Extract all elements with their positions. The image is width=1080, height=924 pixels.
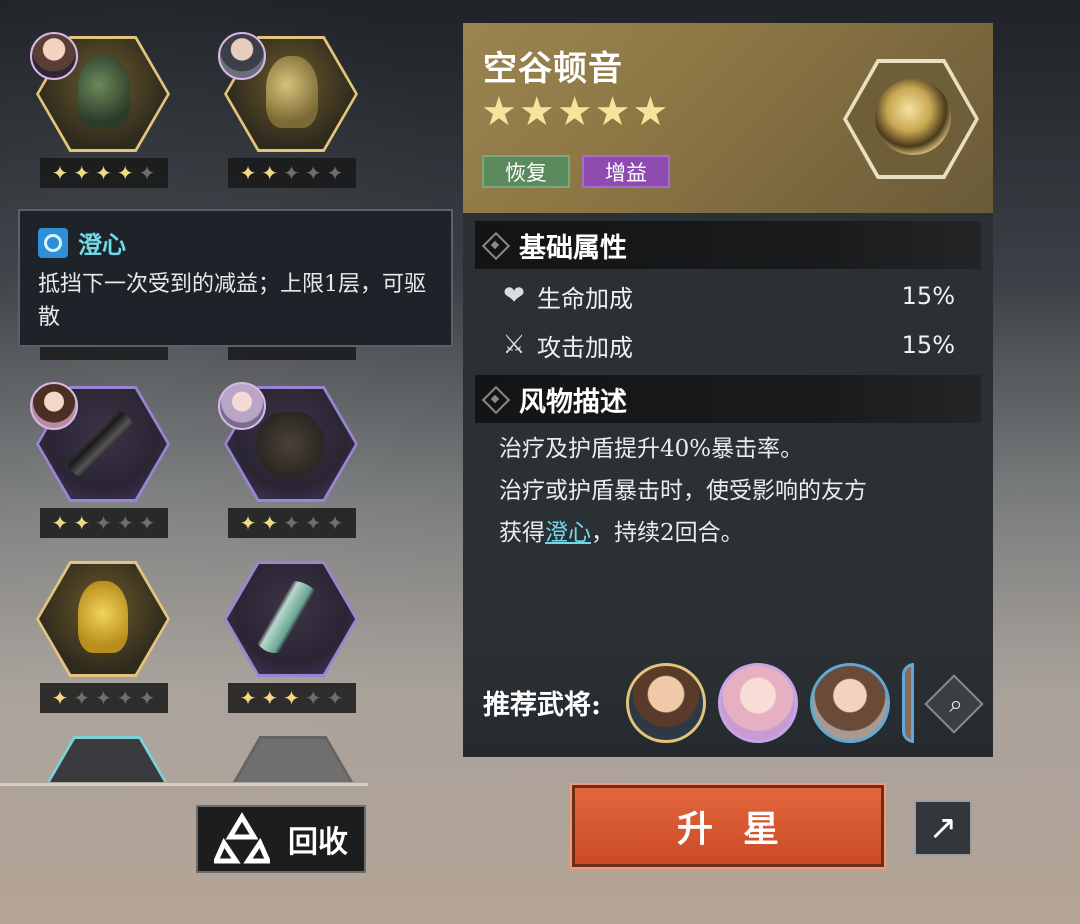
tooltip-title: 澄心 [78,230,126,259]
divider [0,783,368,786]
diamond-icon [483,233,507,257]
star-rating-partial [228,346,356,360]
stat-row-atk: ⚔ 攻击加成 15% [499,325,959,365]
hero-avatar [30,32,78,80]
swords-icon: ⚔ [502,330,526,360]
relic-card-7[interactable] [40,736,180,782]
relic-stars: ★★★★★ [481,89,671,135]
empty-slot [226,736,360,782]
relic-frame [40,736,174,782]
recommend-label: 推荐武将: [483,690,601,721]
desc-line: 治疗或护盾暴击时，使受影响的友方 [499,478,867,504]
section-title: 基础属性 [519,232,627,264]
relic-description: 治疗及护盾提升40%暴击率。 治疗或护盾暴击时，使受影响的友方 获得澄心，持续2… [499,428,969,554]
relic-card-empty [226,736,366,782]
stat-label: 生命加成 [537,284,633,313]
external-link-button[interactable]: ↗ [914,800,972,856]
keyword-link[interactable]: 澄心 [545,520,591,546]
recycle-label: 回收 [288,825,348,860]
tag-heal: 恢复 [482,155,570,188]
tooltip-text: 抵挡下一次受到的减益；上限1层，可驱散 [38,272,426,330]
recycle-icon [214,812,270,864]
relic-image [78,56,130,128]
recommended-hero-avatar[interactable] [810,663,890,743]
relic-image [78,581,128,653]
hero-avatar [218,32,266,80]
hero-avatar [30,382,78,430]
relic-name: 空谷顿音 [483,49,623,89]
recommended-hero-avatar[interactable] [718,663,798,743]
star-rating: ✦ ✦ ✦ ✦ ✦ [228,508,356,538]
star-rating: ✦ ✦ ✦ ✦ ✦ [40,508,168,538]
tag-buff: 增益 [582,155,670,188]
stat-label: 攻击加成 [537,333,633,362]
buff-icon [38,227,68,258]
relic-image [66,406,136,478]
stat-row-hp: ❤ 生命加成 15% [499,276,959,316]
upgrade-star-button[interactable]: 升星 [570,783,886,869]
relic-image [254,581,324,653]
relic-card-2[interactable]: ✦ ✦ ✦ ✦ ✦ [218,32,364,188]
relic-detail-panel: 空谷顿音 ★★★★★ 恢复 增益 基础属性 ❤ 生命加成 15% ⚔ 攻击加成 … [463,23,993,757]
relic-header: 空谷顿音 ★★★★★ 恢复 增益 [463,23,993,213]
relic-image [266,56,318,128]
star-rating: ✦ ✦ ✦ ✦ ✦ [40,683,168,713]
stat-value: 15% [901,331,955,359]
section-title: 风物描述 [519,386,627,418]
relic-card-6[interactable]: ✦ ✦ ✦ ✦ ✦ [224,561,364,713]
star-rating: ✦ ✦ ✦ ✦ ✦ [228,683,356,713]
external-link-icon: ↗ [928,808,958,848]
relic-card-5[interactable]: ✦ ✦ ✦ ✦ ✦ [36,561,176,713]
search-icon: ⌕ [949,690,963,718]
desc-line: 获得澄心，持续2回合。 [499,520,744,546]
upgrade-label: 升星 [676,808,809,850]
star-rating: ✦ ✦ ✦ ✦ ✦ [228,158,356,188]
buff-tooltip: 澄心 抵挡下一次受到的减益；上限1层，可驱散 [18,209,453,347]
heart-icon: ❤ [503,281,525,311]
stat-value: 15% [901,282,955,310]
section-base-attributes: 基础属性 [475,221,981,269]
recycle-button[interactable]: 回收 [196,805,366,873]
desc-line: 治疗及护盾提升40%暴击率。 [499,436,804,462]
hero-avatar [218,382,266,430]
relic-card-1[interactable]: ✦ ✦ ✦ ✦ ✦ [30,32,176,188]
recommended-hero-avatar[interactable] [626,663,706,743]
star-rating: ✦ ✦ ✦ ✦ ✦ [40,158,168,188]
recommended-hero-avatar[interactable] [902,663,914,743]
diamond-icon [483,387,507,411]
star-rating-partial [40,346,168,360]
relic-image [250,412,330,484]
section-description: 风物描述 [475,375,981,423]
relic-card-3[interactable]: ✦ ✦ ✦ ✦ ✦ [30,382,176,538]
relic-card-4[interactable]: ✦ ✦ ✦ ✦ ✦ [218,382,364,538]
relic-icon [875,79,951,155]
